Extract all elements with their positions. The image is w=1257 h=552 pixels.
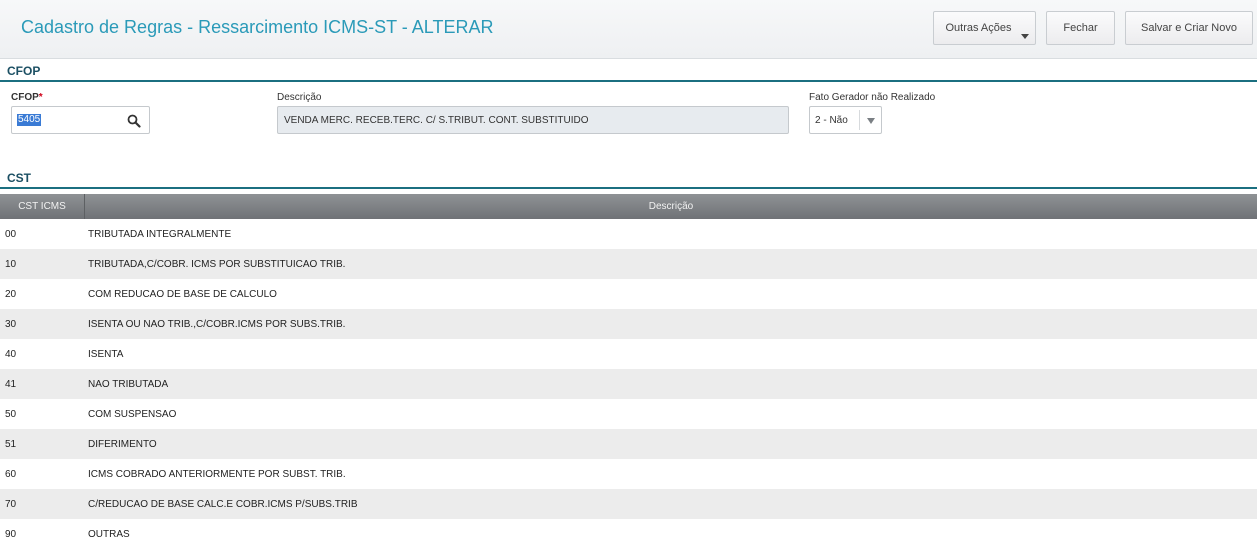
- table-row[interactable]: 90 OUTRAS: [0, 519, 1257, 549]
- cfop-label: CFOP*: [11, 92, 43, 103]
- cell-cst: 10: [5, 258, 17, 270]
- cell-descricao: C/REDUCAO DE BASE CALC.E COBR.ICMS P/SUB…: [88, 498, 358, 510]
- descricao-label: Descrição: [277, 92, 322, 103]
- table-row[interactable]: 41 NAO TRIBUTADA: [0, 369, 1257, 399]
- required-mark: *: [38, 92, 43, 103]
- section-title-cfop: CFOP: [7, 64, 41, 78]
- cfop-label-text: CFOP: [11, 92, 39, 103]
- cell-descricao: TRIBUTADA,C/COBR. ICMS POR SUBSTITUICAO …: [88, 258, 346, 270]
- cfop-value[interactable]: 5405: [17, 114, 42, 126]
- cell-cst: 00: [5, 228, 17, 240]
- column-header-cst[interactable]: CST ICMS: [0, 194, 85, 219]
- outras-acoes-button[interactable]: Outras Ações: [933, 11, 1036, 45]
- page-title: Cadastro de Regras - Ressarcimento ICMS-…: [21, 17, 494, 37]
- fato-gerador-label: Fato Gerador não Realizado: [809, 92, 936, 103]
- table-row[interactable]: 30 ISENTA OU NAO TRIB.,C/COBR.ICMS POR SU…: [0, 309, 1257, 339]
- select-divider: [859, 110, 860, 130]
- column-header-descricao[interactable]: Descrição: [85, 194, 1257, 219]
- cell-descricao: ISENTA OU NAO TRIB.,C/COBR.ICMS POR SUBS…: [88, 318, 346, 330]
- cell-descricao: TRIBUTADA INTEGRALMENTE: [88, 228, 232, 240]
- table-row[interactable]: 10 TRIBUTADA,C/COBR. ICMS POR SUBSTITUICA…: [0, 249, 1257, 279]
- cell-cst: 20: [5, 288, 17, 300]
- fato-gerador-select[interactable]: 2 - Não: [809, 106, 882, 134]
- table-body: 00 TRIBUTADA INTEGRALMENTE 10 TRIBUTADA,C/C…: [0, 219, 1257, 549]
- section-divider: [0, 80, 1257, 82]
- table-row[interactable]: 70 C/REDUCAO DE BASE CALC.E COBR.ICMS P/S…: [0, 489, 1257, 519]
- outras-acoes-label: Outras Ações: [945, 22, 1012, 34]
- cell-descricao: NAO TRIBUTADA: [88, 378, 169, 390]
- cell-cst: 41: [5, 378, 17, 390]
- cell-cst: 60: [5, 468, 17, 480]
- chevron-down-icon[interactable]: [867, 118, 875, 124]
- cell-descricao: ISENTA: [88, 348, 124, 360]
- salvar-criar-novo-button[interactable]: Salvar e Criar Novo: [1125, 11, 1253, 45]
- fato-gerador-value: 2 - Não: [815, 115, 848, 126]
- cell-descricao: DIFERIMENTO: [88, 438, 157, 450]
- cell-cst: 50: [5, 408, 17, 420]
- table-row[interactable]: 60 ICMS COBRADO ANTERIORMENTE POR SUBST. …: [0, 459, 1257, 489]
- fechar-button[interactable]: Fechar: [1046, 11, 1115, 45]
- cst-table: CST ICMS Descrição 00 TRIBUTADA INTEGRALM…: [0, 194, 1257, 549]
- cell-descricao: OUTRAS: [88, 528, 130, 540]
- table-header: CST ICMS Descrição: [0, 194, 1257, 219]
- cell-cst: 51: [5, 438, 17, 450]
- chevron-down-icon: [1021, 34, 1029, 39]
- table-row[interactable]: 20 COM REDUCAO DE BASE DE CALCULO: [0, 279, 1257, 309]
- cell-cst: 30: [5, 318, 17, 330]
- cell-cst: 70: [5, 498, 17, 510]
- cfop-field[interactable]: 5405: [11, 106, 150, 134]
- cell-cst: 90: [5, 528, 17, 540]
- cell-cst: 40: [5, 348, 17, 360]
- descricao-field: VENDA MERC. RECEB.TERC. C/ S.TRIBUT. CON…: [277, 106, 789, 134]
- cell-descricao: ICMS COBRADO ANTERIORMENTE POR SUBST. TR…: [88, 468, 346, 480]
- table-row[interactable]: 50 COM SUSPENSAO: [0, 399, 1257, 429]
- table-row[interactable]: 51 DIFERIMENTO: [0, 429, 1257, 459]
- descricao-value: VENDA MERC. RECEB.TERC. C/ S.TRIBUT. CON…: [284, 115, 589, 126]
- page-header: Cadastro de Regras - Ressarcimento ICMS-…: [0, 0, 1257, 59]
- cell-descricao: COM SUSPENSAO: [88, 408, 177, 420]
- cell-descricao: COM REDUCAO DE BASE DE CALCULO: [88, 288, 277, 300]
- search-icon[interactable]: [127, 114, 141, 128]
- table-row[interactable]: 40 ISENTA: [0, 339, 1257, 369]
- section-title-cst: CST: [7, 171, 31, 185]
- table-row[interactable]: 00 TRIBUTADA INTEGRALMENTE: [0, 219, 1257, 249]
- section-divider: [0, 187, 1257, 189]
